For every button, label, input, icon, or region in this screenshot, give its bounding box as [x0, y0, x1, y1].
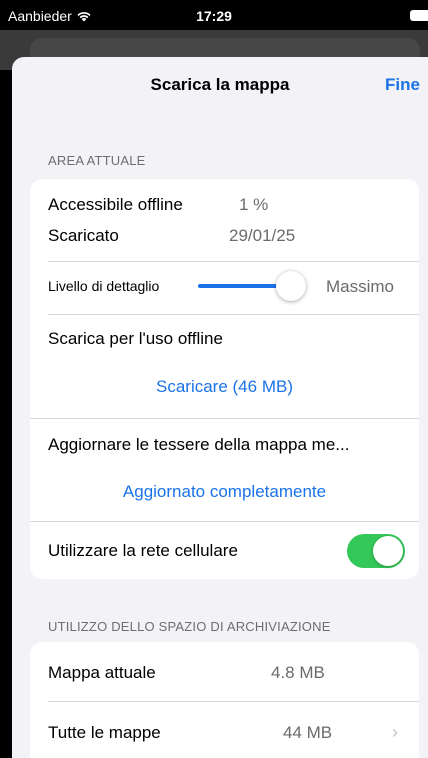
cellular-label: Utilizzare la rete cellulare — [48, 541, 238, 560]
detail-level-value: Massimo — [326, 277, 395, 296]
status-bar: Aanbieder 17:29 — [0, 0, 428, 30]
downloaded-label: Scaricato — [48, 226, 119, 245]
battery-icon — [410, 10, 428, 21]
update-tiles-row: Aggiornare le tessere della mappa me... … — [30, 419, 419, 521]
downloaded-value: 29/01/25 — [229, 226, 296, 245]
chevron-right-icon: › — [392, 722, 398, 742]
cellular-row: Utilizzare la rete cellulare — [30, 522, 419, 579]
current-area-group: Accessibile offline 1 % Scaricato 29/01/… — [30, 179, 419, 579]
current-map-label: Mappa attuale — [48, 663, 156, 682]
all-maps-label: Tutte le mappe — [48, 723, 161, 742]
download-map-sheet: Scarica la mappa Fine AREA ATTUALE Acces… — [12, 57, 428, 758]
offline-label: Accessibile offline — [48, 195, 183, 214]
section-header-current-area: AREA ATTUALE — [48, 153, 146, 168]
sheet-title: Scarica la mappa — [150, 75, 290, 94]
offline-use-label: Scarica per l'uso offline — [48, 329, 223, 348]
current-map-value: 4.8 MB — [271, 663, 325, 682]
detail-level-slider[interactable] — [276, 271, 306, 301]
offline-value: 1 % — [239, 195, 269, 214]
detail-level-label: Livello di dettaglio — [48, 278, 160, 294]
section-header-storage: UTILIZZO DELLO SPAZIO DI ARCHIVIAZIONE — [48, 619, 331, 634]
detail-level-row: Livello di dettaglio Massimo — [30, 262, 419, 314]
current-map-row: Mappa attuale 4.8 MB — [30, 642, 419, 701]
cellular-toggle[interactable] — [347, 534, 405, 568]
storage-group: Mappa attuale 4.8 MB Tutte le mappe 44 M… — [30, 642, 419, 758]
all-maps-value: 44 MB — [283, 723, 333, 742]
offline-download-row: Scarica per l'uso offline Scaricare (46 … — [30, 315, 419, 418]
update-status-button[interactable]: Aggiornato completamente — [30, 482, 419, 502]
update-tiles-label: Aggiornare le tessere della mappa me... — [48, 435, 350, 454]
toggle-knob — [373, 536, 403, 566]
all-maps-row[interactable]: Tutte le mappe 44 MB › — [30, 702, 419, 758]
status-time: 17:29 — [196, 8, 232, 24]
offline-status-row: Accessibile offline 1 % Scaricato 29/01/… — [30, 179, 419, 261]
done-button[interactable]: Fine — [385, 75, 420, 95]
download-button[interactable]: Scaricare (46 MB) — [30, 377, 419, 397]
